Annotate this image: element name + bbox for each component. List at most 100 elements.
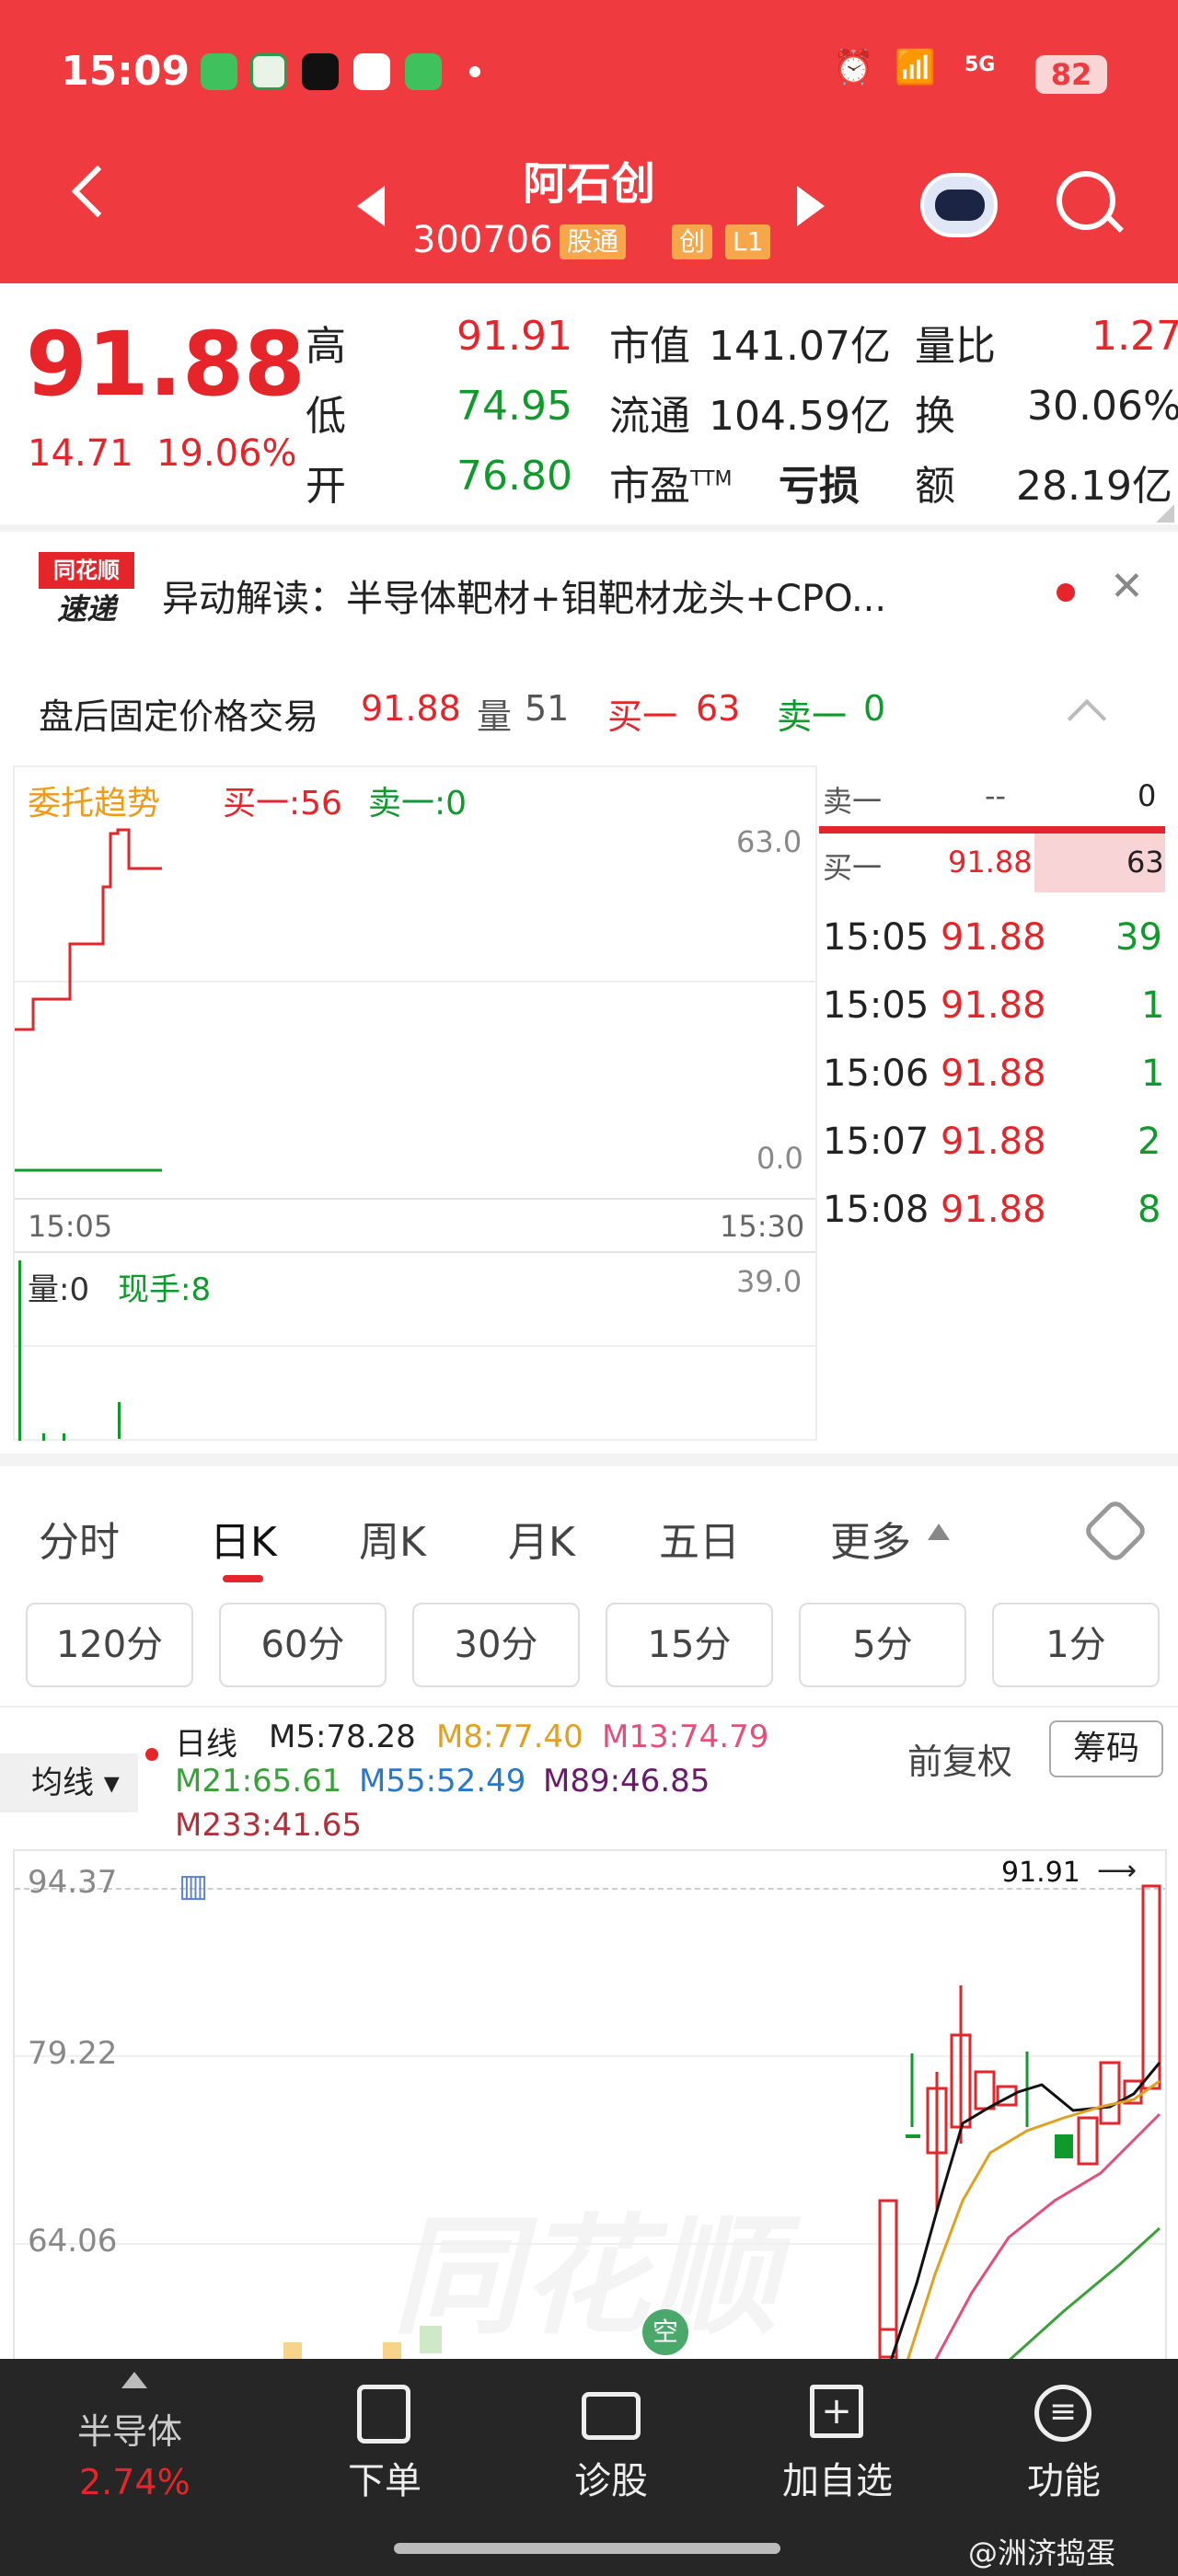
search-icon-handle — [1105, 214, 1124, 233]
price-change-pct: 19.06% — [156, 432, 297, 475]
news-text: 异动解读：半导体靶材+钼靶材龙头+CPO... — [162, 578, 887, 620]
after-hours-sell-label: 卖一 — [777, 696, 848, 737]
trade-time: 15:05 — [823, 916, 930, 959]
vol-bar — [63, 1433, 65, 1441]
nav-diagnose[interactable]: 诊股 — [519, 2451, 703, 2504]
bottom-nav: 半导体 2.74% + ≡ 下单 诊股 加自选 功能 @洲济捣蛋 — [0, 2359, 1178, 2576]
order-trend-chart: 委托趋势 买一:56 卖一:0 63.0 0.0 15:05 15:30 量:0… — [13, 765, 817, 1441]
vol-bar — [18, 1260, 21, 1441]
trend-x-right: 15:30 — [720, 1209, 805, 1244]
alarm-icon: ⏰ — [833, 49, 874, 86]
trade-qty: 2 — [1138, 1121, 1161, 1163]
close-icon[interactable]: ✕ — [1110, 563, 1144, 610]
divider — [0, 1706, 1178, 1708]
trade-time: 15:05 — [823, 984, 930, 1027]
trade-price: 91.88 — [941, 916, 1046, 959]
hand-label: 现手:8 — [118, 1271, 212, 1308]
functions-icon[interactable]: ≡ — [1034, 2385, 1091, 2442]
diagnose-icon[interactable] — [582, 2392, 641, 2440]
period-5m[interactable]: 5分 — [799, 1603, 966, 1687]
current-price: 91.88 — [26, 313, 306, 416]
chip-button[interactable]: 筹码 — [1049, 1720, 1163, 1777]
tab-active-indicator — [223, 1575, 263, 1582]
buy1-price: 91.88 — [948, 845, 1033, 880]
after-hours-label: 盘后固定价格交易 — [39, 696, 319, 737]
after-hours-price: 91.88 — [361, 688, 461, 729]
news-logo-top: 同花顺 — [39, 552, 134, 589]
trade-time: 15:06 — [823, 1052, 930, 1095]
trade-price: 91.88 — [941, 1121, 1046, 1163]
spread-bar — [819, 826, 1165, 834]
label-open: 开 — [306, 463, 346, 510]
grid-line — [15, 1345, 815, 1347]
tab-more[interactable]: 更多 — [830, 1509, 911, 1568]
expand-corner-icon[interactable] — [1156, 504, 1174, 523]
weibo-watermark: @洲济捣蛋 — [968, 2536, 1116, 2570]
period-30m[interactable]: 30分 — [412, 1603, 580, 1687]
tab-intraday[interactable]: 分时 — [39, 1509, 120, 1568]
after-hours-sell: 0 — [863, 688, 886, 729]
vol-label: 量:0 — [28, 1271, 90, 1308]
nav-add-watchlist[interactable]: 加自选 — [745, 2451, 930, 2504]
kline-chart[interactable]: 同花顺 94.37 79.22 64.06 ▥ 91.91 ⟶ 空 — [13, 1849, 1167, 2359]
period-60m[interactable]: 60分 — [219, 1603, 387, 1687]
trend-line — [15, 828, 162, 1172]
trade-qty: 1 — [1141, 984, 1165, 1027]
sell1-label: 卖一 — [823, 784, 883, 819]
label-mktcap: 市值 — [609, 323, 690, 370]
sector-pct: 2.74% — [79, 2462, 191, 2502]
nav-functions[interactable]: 功能 — [972, 2451, 1156, 2504]
period-1m[interactable]: 1分 — [992, 1603, 1160, 1687]
nav-order[interactable]: 下单 — [293, 2451, 477, 2504]
value-volratio: 1.27 — [1091, 313, 1178, 360]
collapse-icon[interactable] — [1067, 698, 1107, 739]
ma-m89: M89:46.85 — [543, 1763, 710, 1800]
sell1-qty: 0 — [1138, 778, 1157, 813]
tab-daily-k[interactable]: 日K — [210, 1509, 277, 1568]
sell1-price: -- — [985, 778, 1007, 813]
vol-top-label: 39.0 — [736, 1264, 803, 1299]
label-pe: 市盈TTM — [609, 463, 733, 510]
trend-x-left: 15:05 — [28, 1209, 113, 1244]
robot-assistant-icon[interactable] — [920, 173, 998, 237]
sector-up-icon — [121, 2372, 147, 2388]
trade-price: 91.88 — [941, 1189, 1046, 1231]
status-time: 15:09 — [61, 48, 191, 95]
order-book: 卖一 -- 0 买一 91.88 63 15:05 91.88 39 15:05… — [819, 765, 1165, 1441]
ma-m21: M21:65.61 — [175, 1763, 342, 1800]
add-watchlist-icon[interactable]: + — [810, 2385, 863, 2438]
ma-day: 日线 — [175, 1726, 237, 1763]
tab-weekly-k[interactable]: 周K — [359, 1509, 426, 1568]
tab-five-day[interactable]: 五日 — [659, 1509, 740, 1568]
adjust-mode[interactable]: 前复权 — [907, 1733, 1012, 1784]
trade-price: 91.88 — [941, 1052, 1046, 1095]
trade-qty: 8 — [1138, 1189, 1161, 1231]
network-label: 5G — [964, 53, 996, 76]
candlestick-series — [283, 1884, 1161, 2359]
after-hours-buy-label: 买一 — [607, 696, 678, 737]
label-turnover: 换 — [915, 393, 955, 440]
label-low: 低 — [306, 393, 346, 440]
bank-app-icon — [250, 53, 287, 90]
indicator-selector[interactable]: 均线 ▾ — [0, 1754, 138, 1812]
divider — [0, 1454, 1178, 1466]
message-app-icon — [201, 53, 237, 90]
period-120m[interactable]: 120分 — [26, 1603, 193, 1687]
label-float: 流通 — [609, 393, 690, 440]
search-icon[interactable] — [1057, 171, 1115, 230]
sector-name[interactable]: 半导体 — [77, 2403, 182, 2454]
home-indicator[interactable] — [394, 2543, 780, 2554]
shield-app-icon — [353, 53, 390, 90]
indicator-dot — [145, 1748, 158, 1761]
tiktok-icon — [302, 53, 339, 90]
order-icon[interactable] — [357, 2385, 410, 2444]
trade-qty: 1 — [1141, 1052, 1165, 1095]
ma-m233: M233:41.65 — [175, 1807, 363, 1844]
buy1-label: 买一 — [823, 850, 883, 885]
label-amount: 额 — [915, 463, 955, 510]
after-hours-buy: 63 — [696, 688, 741, 729]
news-bar[interactable]: 同花顺 速递 异动解读：半导体靶材+钼靶材龙头+CPO... ✕ — [0, 532, 1178, 651]
period-15m[interactable]: 15分 — [606, 1603, 773, 1687]
tab-monthly-k[interactable]: 月K — [508, 1509, 575, 1568]
settings-icon[interactable] — [1081, 1497, 1149, 1565]
